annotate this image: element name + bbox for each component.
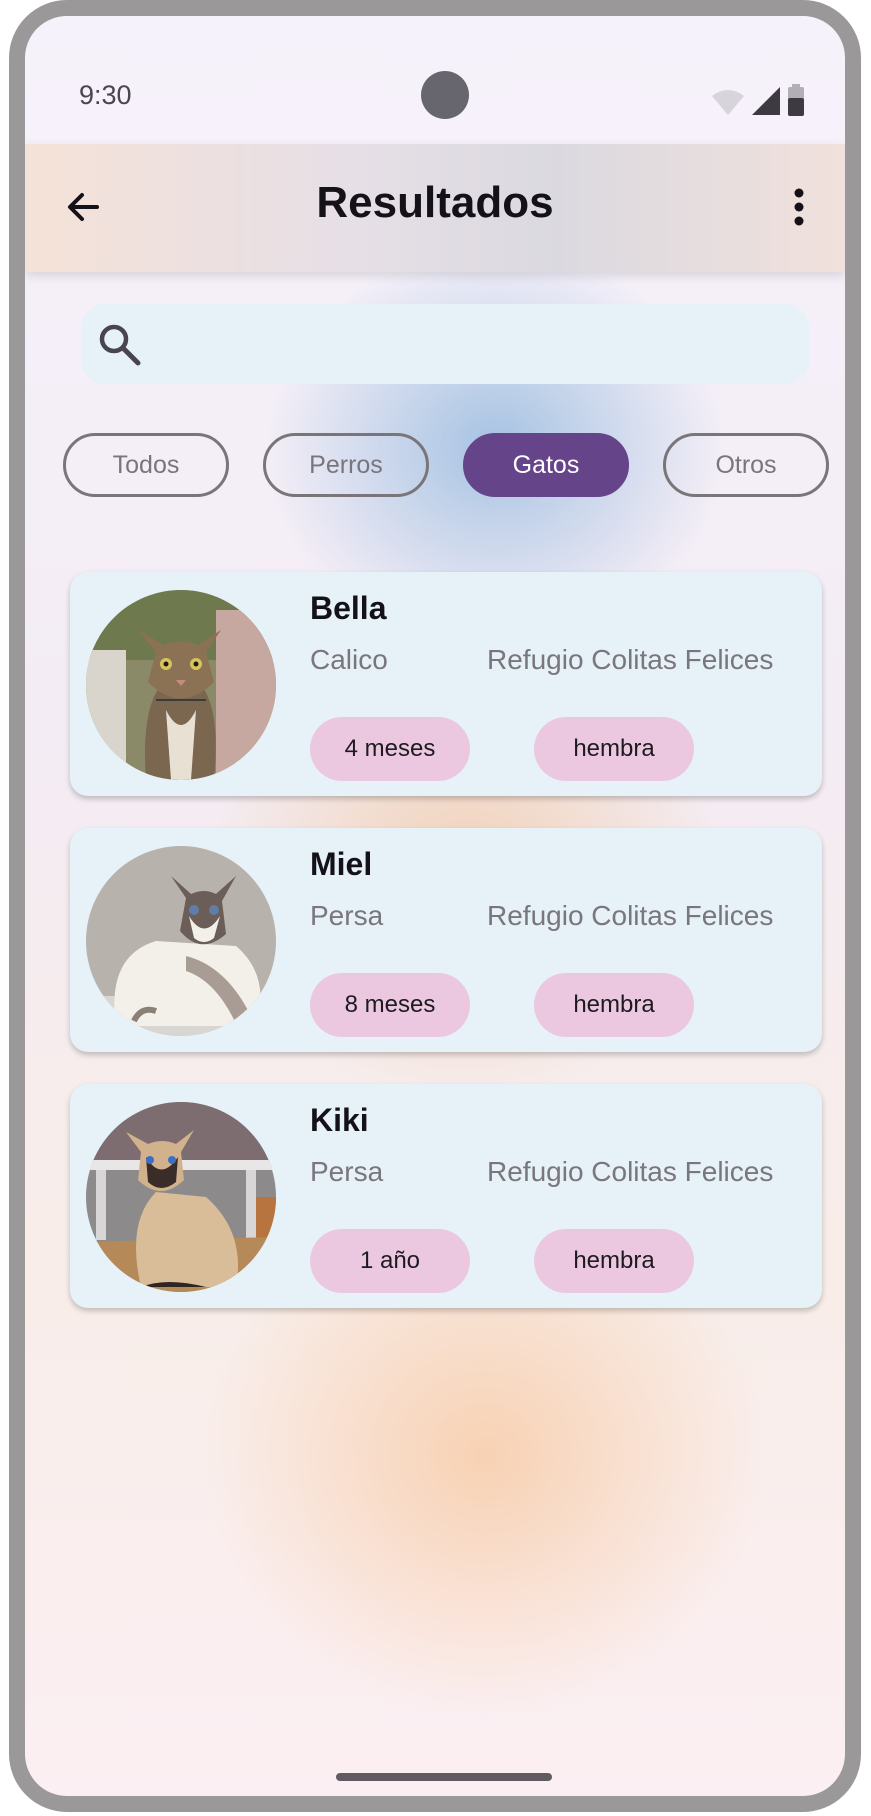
- pet-name: Bella: [310, 590, 387, 626]
- status-icons: [711, 84, 805, 116]
- pet-shelter: Refugio Colitas Felices: [487, 900, 774, 931]
- pet-sex-tag: hembra: [534, 1229, 694, 1293]
- pet-card[interactable]: Kiki Persa Refugio Colitas Felices 1 año…: [70, 1084, 822, 1308]
- home-indicator[interactable]: [336, 1773, 552, 1781]
- filter-chip-gatos[interactable]: Gatos: [463, 433, 629, 497]
- phone-frame: 9:30 Resultados Todos Perros Gatos Otros…: [9, 0, 861, 1812]
- pet-name: Kiki: [310, 1102, 369, 1138]
- pet-breed: Persa: [310, 1156, 384, 1187]
- pet-photo: [86, 846, 276, 1036]
- siamese-cat-photo: [86, 1102, 276, 1292]
- pet-sex-tag: hembra: [534, 973, 694, 1037]
- pet-age-tag: 4 meses: [310, 717, 470, 781]
- front-camera: [421, 71, 469, 119]
- search-input[interactable]: [157, 304, 791, 386]
- pet-age-tag: 1 año: [310, 1229, 470, 1293]
- cellular-signal-icon: [752, 87, 780, 115]
- search-bar[interactable]: [81, 304, 809, 386]
- top-app-bar: Resultados: [25, 144, 845, 272]
- filter-chip-perros[interactable]: Perros: [263, 433, 429, 497]
- status-time: 9:30: [79, 80, 132, 110]
- page-title: Resultados: [316, 178, 554, 227]
- filter-chip-otros[interactable]: Otros: [663, 433, 829, 497]
- pet-shelter: Refugio Colitas Felices: [487, 1156, 774, 1187]
- filter-chips: Todos Perros Gatos Otros: [63, 433, 833, 499]
- search-icon: [99, 324, 141, 366]
- pet-photo: [86, 590, 276, 780]
- pet-shelter: Refugio Colitas Felices: [487, 644, 774, 675]
- pet-card[interactable]: Miel Persa Refugio Colitas Felices 8 mes…: [70, 828, 822, 1052]
- pet-photo: [86, 1102, 276, 1292]
- pet-breed: Calico: [310, 644, 388, 675]
- more-vert-icon: [794, 188, 804, 226]
- pet-age-tag: 8 meses: [310, 973, 470, 1037]
- battery-icon: [788, 84, 804, 116]
- pet-breed: Persa: [310, 900, 384, 931]
- status-bar: 9:30: [25, 16, 845, 144]
- pet-sex-tag: hembra: [534, 717, 694, 781]
- pet-name: Miel: [310, 846, 373, 882]
- wifi-icon: [712, 90, 744, 115]
- filter-chip-todos[interactable]: Todos: [63, 433, 229, 497]
- ragdoll-cat-photo: [86, 846, 276, 1036]
- more-options-button[interactable]: [771, 179, 827, 235]
- pet-card[interactable]: Bella Calico Refugio Colitas Felices 4 m…: [70, 572, 822, 796]
- tabby-cat-photo: [86, 590, 276, 780]
